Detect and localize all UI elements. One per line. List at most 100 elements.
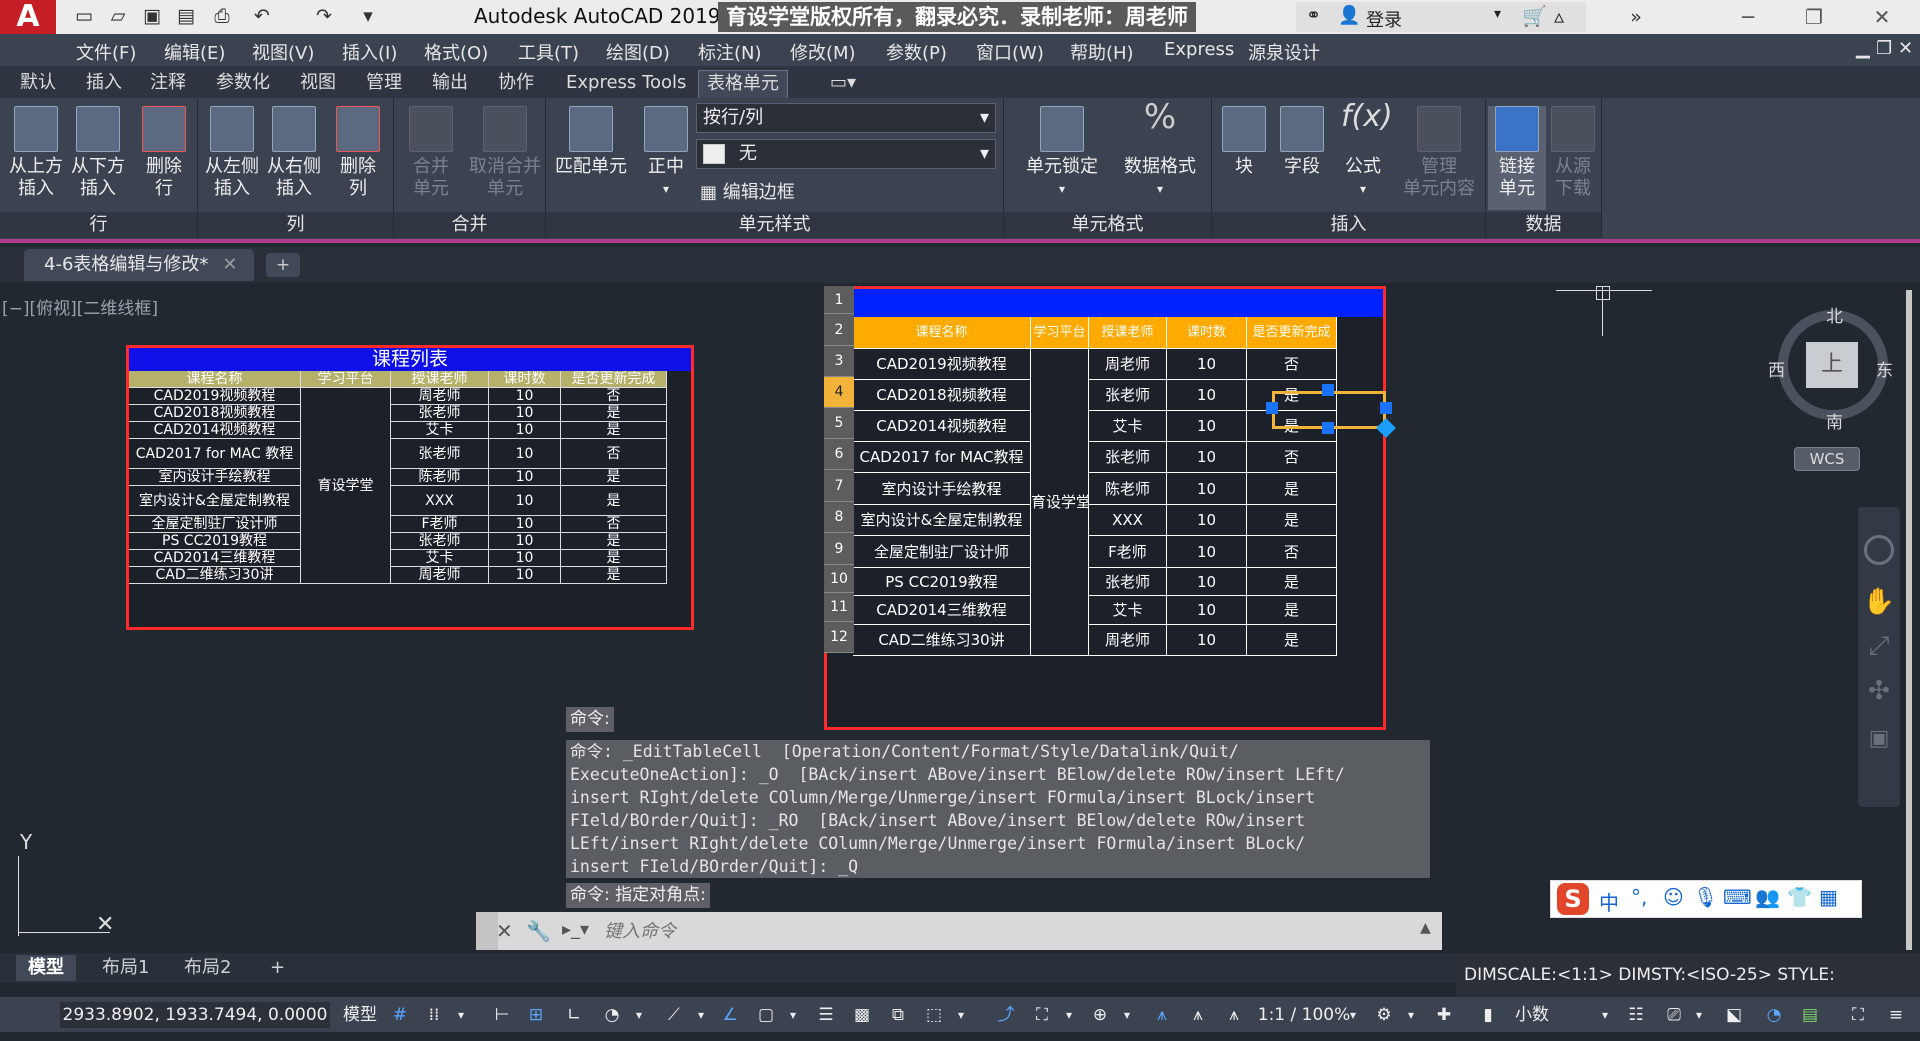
osnap-dropdown-icon[interactable]: ▾: [784, 1002, 802, 1028]
customize-wrench-icon[interactable]: 🔧: [526, 919, 551, 943]
hours-cell[interactable]: 10: [1167, 349, 1247, 380]
course-name-cell[interactable]: CAD2014视频教程: [853, 411, 1031, 442]
insert-field-button[interactable]: 字段: [1274, 106, 1330, 178]
grip-handle[interactable]: [1322, 384, 1334, 396]
menu-tools[interactable]: 工具(T): [518, 39, 579, 65]
polar-tracking-icon[interactable]: ◔: [598, 1002, 626, 1028]
ime-mode-chinese[interactable]: 中: [1599, 887, 1619, 916]
open-folder-icon[interactable]: ▱: [106, 4, 130, 28]
hours-cell[interactable]: 10: [489, 516, 561, 533]
viewport-controls[interactable]: [−][俯视][二维线框]: [2, 294, 158, 319]
lock-ui-icon[interactable]: ⎚: [1660, 1002, 1688, 1028]
iso-dropdown-icon[interactable]: ▾: [692, 1002, 710, 1028]
row-number[interactable]: 2: [824, 314, 854, 346]
user-group-icon[interactable]: 👥: [1755, 885, 1780, 909]
course-name-cell[interactable]: CAD二维练习30讲: [853, 625, 1031, 656]
scale-dropdown-icon[interactable]: ▾: [1344, 1002, 1362, 1028]
workspace-dropdown-icon[interactable]: ▾: [1402, 1002, 1420, 1028]
course-name-cell[interactable]: PS CC2019教程: [129, 533, 301, 550]
tab-model[interactable]: 模型: [16, 955, 76, 981]
3d-osnap-icon[interactable]: ⬚: [920, 1002, 948, 1028]
table-header-cell[interactable]: 授课老师: [391, 371, 489, 388]
document-tab[interactable]: 4-6表格编辑与修改* ✕: [24, 249, 254, 281]
compass-west[interactable]: 西: [1768, 356, 1785, 381]
auto-scale-icon[interactable]: ⩚: [1184, 1002, 1212, 1028]
annotation-monitor-icon[interactable]: ✚: [1430, 1002, 1458, 1028]
teacher-cell[interactable]: 艾卡: [1089, 596, 1167, 625]
polar-dropdown-icon[interactable]: ▾: [630, 1002, 648, 1028]
completed-cell[interactable]: 是: [561, 567, 667, 584]
hours-cell[interactable]: 10: [1167, 568, 1247, 596]
transparency-icon[interactable]: ▩: [848, 1002, 876, 1028]
download-from-source-button[interactable]: 从源 下载: [1546, 106, 1600, 200]
link-cell-button[interactable]: 链接 单元: [1488, 106, 1546, 210]
command-grip[interactable]: [476, 912, 498, 950]
hours-cell[interactable]: 10: [1167, 536, 1247, 568]
orbit-icon[interactable]: ✣: [1858, 676, 1900, 706]
recent-commands-icon[interactable]: ▸_▾: [562, 919, 589, 940]
ribbon-toggle-icon[interactable]: ▭▾: [822, 70, 864, 98]
units-icon[interactable]: ▮: [1474, 1002, 1502, 1028]
cell-style-combo[interactable]: 按行/列 ▾: [696, 103, 996, 133]
tab-parametric[interactable]: 参数化: [208, 70, 278, 98]
row-number[interactable]: 8: [824, 502, 854, 533]
merge-cells-button[interactable]: 合并 单元: [398, 106, 464, 200]
hours-cell[interactable]: 10: [489, 439, 561, 469]
close-command-icon[interactable]: ✕: [496, 919, 513, 943]
tab-annotate[interactable]: 注释: [142, 70, 194, 98]
autocad-logo-icon[interactable]: A: [0, 0, 56, 34]
command-input[interactable]: [604, 916, 1404, 946]
hours-cell[interactable]: 10: [489, 405, 561, 422]
course-name-cell[interactable]: CAD2017 for MAC 教程: [129, 439, 301, 469]
completed-cell[interactable]: 是: [561, 422, 667, 439]
insert-right-button[interactable]: 从右侧 插入: [264, 106, 324, 200]
hours-cell[interactable]: 10: [489, 567, 561, 584]
doc-restore-icon[interactable]: ❐: [1876, 38, 1892, 59]
completed-cell[interactable]: 否: [561, 388, 667, 405]
completed-cell[interactable]: 是: [1247, 473, 1337, 505]
menu-modify[interactable]: 修改(M): [790, 39, 856, 65]
close-tab-icon[interactable]: ✕: [222, 254, 237, 275]
annotation-scale-icon[interactable]: ⩚: [1220, 1002, 1248, 1028]
doc-minimize-icon[interactable]: ▁: [1856, 38, 1870, 59]
completed-cell[interactable]: 是: [561, 469, 667, 486]
completed-cell[interactable]: 是: [1247, 505, 1337, 536]
delete-column-button[interactable]: 删除 列: [328, 106, 388, 200]
hours-cell[interactable]: 10: [489, 469, 561, 486]
tab-table-cell[interactable]: 表格单元: [698, 70, 788, 98]
unmerge-cells-button[interactable]: 取消合并 单元: [466, 106, 544, 200]
menu-express[interactable]: Express: [1164, 39, 1234, 60]
customize-dropdown-icon[interactable]: ▾: [356, 4, 380, 28]
ortho-icon[interactable]: ∟: [560, 1002, 588, 1028]
hours-cell[interactable]: 10: [489, 533, 561, 550]
hours-cell[interactable]: 10: [489, 422, 561, 439]
new-file-icon[interactable]: ▭: [72, 4, 96, 28]
dynamic-input-icon[interactable]: ⊞: [522, 1002, 550, 1028]
completed-cell[interactable]: 是: [561, 486, 667, 516]
help-triangle-icon[interactable]: ▵: [1554, 4, 1564, 28]
table-header-cell[interactable]: 课程名称: [853, 317, 1031, 349]
data-format-button[interactable]: % 数据格式 ▾: [1116, 100, 1204, 200]
course-name-cell[interactable]: CAD2019视频教程: [129, 388, 301, 405]
completed-cell[interactable]: 是: [1247, 625, 1337, 656]
tab-output[interactable]: 输出: [424, 70, 476, 98]
row-number[interactable]: 7: [824, 470, 854, 502]
units-value[interactable]: 小数: [1508, 1002, 1556, 1028]
hours-cell[interactable]: 10: [1167, 411, 1247, 442]
compass-south[interactable]: 南: [1826, 408, 1843, 433]
teacher-cell[interactable]: 周老师: [391, 388, 489, 405]
command-history-up-icon[interactable]: ▲: [1420, 920, 1431, 936]
course-table-2[interactable]: 课程名称 学习平台 授课老师 课时数 是否更新完成 育设学堂 CAD2019视频教程 周老师 1…: [824, 286, 1386, 730]
table-header-cell[interactable]: 是否更新完成: [1247, 317, 1337, 349]
undo-icon[interactable]: ↶: [250, 4, 274, 28]
fullscreen-icon[interactable]: ⛶: [1844, 1002, 1872, 1028]
menu-yuanquan[interactable]: 源泉设计: [1248, 39, 1320, 65]
insert-left-button[interactable]: 从左侧 插入: [202, 106, 262, 200]
course-name-cell[interactable]: CAD2017 for MAC教程: [853, 442, 1031, 473]
row-number[interactable]: 4: [824, 377, 854, 408]
course-name-cell[interactable]: 室内设计手绘教程: [129, 469, 301, 486]
grid-icon[interactable]: #: [386, 1002, 414, 1028]
teacher-cell[interactable]: 陈老师: [1089, 473, 1167, 505]
compass-north[interactable]: 北: [1826, 302, 1843, 327]
menu-help[interactable]: 帮助(H): [1070, 39, 1134, 65]
